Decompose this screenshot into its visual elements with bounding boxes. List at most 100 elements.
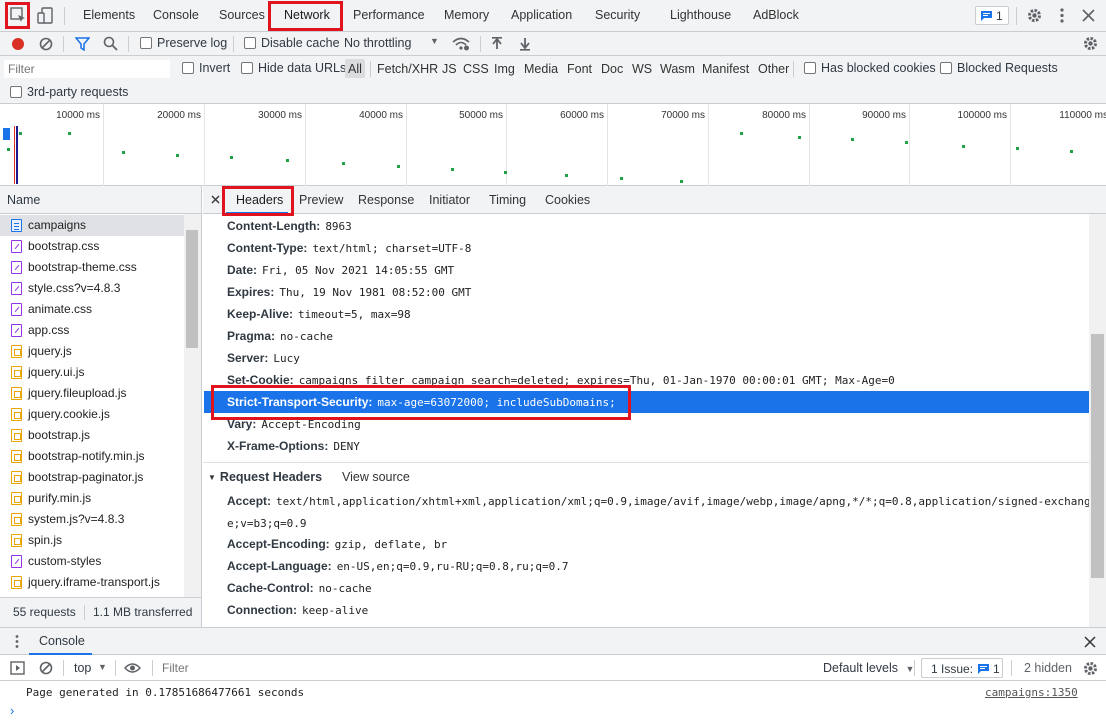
request-row[interactable]: purify.min.js [0, 488, 184, 509]
view-source-link[interactable]: View source [342, 466, 410, 488]
request-row[interactable]: jquery.iframe-transport.js [0, 572, 184, 593]
export-har-icon[interactable] [519, 36, 531, 51]
request-row[interactable]: jquery.fileupload.js [0, 383, 184, 404]
filter-input[interactable] [4, 60, 170, 78]
close-detail-icon[interactable] [211, 195, 220, 204]
tab-lighthouse[interactable]: Lighthouse [670, 0, 731, 31]
third-party-checkbox[interactable]: 3rd-party requests [10, 85, 128, 99]
default-levels-select[interactable]: Default levels ▼ [823, 661, 914, 675]
type-manifest[interactable]: Manifest [702, 62, 749, 76]
search-icon[interactable] [103, 36, 118, 51]
preserve-log-box[interactable] [140, 37, 152, 49]
console-prompt[interactable]: › [10, 703, 14, 718]
type-ws[interactable]: WS [632, 62, 652, 76]
detail-scrollbar-thumb[interactable] [1091, 334, 1104, 578]
request-name: campaigns [28, 218, 87, 232]
invert-checkbox[interactable]: Invert [182, 61, 230, 75]
network-conditions-wifi-icon[interactable] [452, 37, 470, 51]
network-settings-gear-icon[interactable] [1082, 35, 1099, 52]
request-row[interactable]: jquery.ui.js [0, 362, 184, 383]
console-settings-gear-icon[interactable] [1082, 660, 1099, 677]
drawer-tab-console[interactable]: Console [39, 628, 85, 655]
request-row[interactable]: campaigns [0, 215, 184, 236]
tab-preview[interactable]: Preview [299, 186, 343, 214]
tab-memory[interactable]: Memory [444, 0, 489, 31]
hide-data-urls-checkbox[interactable]: Hide data URLs [241, 61, 346, 75]
settings-gear-icon[interactable] [1026, 7, 1043, 24]
request-row[interactable]: bootstrap-theme.css [0, 257, 184, 278]
clear-icon[interactable] [39, 37, 53, 51]
type-fetch-xhr[interactable]: Fetch/XHR [377, 62, 438, 76]
request-row[interactable]: jquery.cookie.js [0, 404, 184, 425]
drawer-tab-bar: Console [0, 627, 1106, 655]
headers-highlight-box [222, 186, 294, 216]
console-source-link[interactable]: campaigns:1350 [985, 686, 1078, 699]
tab-sources[interactable]: Sources [219, 0, 265, 31]
blocked-requests-box[interactable] [940, 62, 952, 74]
request-headers-section-header[interactable]: ▼ Request Headers [208, 466, 322, 488]
has-blocked-cookies-box[interactable] [804, 62, 816, 74]
request-row[interactable]: style.css?v=4.8.3 [0, 278, 184, 299]
device-toolbar-icon[interactable] [37, 7, 54, 24]
disable-cache-box[interactable] [244, 37, 256, 49]
console-filter-input[interactable] [158, 658, 798, 678]
issues-button[interactable]: 1 Issue: 1 [921, 658, 1003, 678]
tab-console[interactable]: Console [153, 0, 199, 31]
request-row[interactable]: bootstrap-notify.min.js [0, 446, 184, 467]
request-row[interactable]: app.css [0, 320, 184, 341]
blocked-requests-checkbox[interactable]: Blocked Requests [940, 61, 1058, 75]
request-row[interactable]: bootstrap-paginator.js [0, 467, 184, 488]
has-blocked-cookies-checkbox[interactable]: Has blocked cookies [804, 61, 936, 75]
more-options-icon[interactable] [1058, 7, 1066, 24]
request-name: system.js?v=4.8.3 [28, 512, 125, 526]
chevron-down-icon: ▼ [98, 662, 107, 672]
type-css[interactable]: CSS [463, 62, 489, 76]
tab-adblock[interactable]: AdBlock [753, 0, 799, 31]
close-drawer-icon[interactable] [1084, 636, 1096, 648]
request-row[interactable]: spin.js [0, 530, 184, 551]
hide-data-urls-box[interactable] [241, 62, 253, 74]
type-font[interactable]: Font [567, 62, 592, 76]
request-row[interactable]: system.js?v=4.8.3 [0, 509, 184, 530]
request-row[interactable]: jquery.js [0, 341, 184, 362]
tab-performance[interactable]: Performance [353, 0, 425, 31]
type-doc[interactable]: Doc [601, 62, 623, 76]
preserve-log-checkbox[interactable]: Preserve log [140, 36, 227, 50]
close-devtools-icon[interactable] [1082, 9, 1095, 22]
context-select[interactable]: top ▼ [74, 661, 118, 675]
request-list-scrollbar-thumb[interactable] [186, 230, 198, 348]
request-row[interactable]: animate.css [0, 299, 184, 320]
tab-response[interactable]: Response [358, 186, 414, 214]
tab-initiator[interactable]: Initiator [429, 186, 470, 214]
show-sidebar-icon[interactable] [10, 661, 25, 675]
drawer-menu-icon[interactable] [14, 634, 20, 649]
tab-security[interactable]: Security [595, 0, 640, 31]
tab-timing[interactable]: Timing [489, 186, 526, 214]
request-row[interactable]: custom-styles [0, 551, 184, 572]
tab-cookies[interactable]: Cookies [545, 186, 590, 214]
request-row[interactable]: bootstrap.css [0, 236, 184, 257]
type-other[interactable]: Other [758, 62, 789, 76]
tab-elements[interactable]: Elements [83, 0, 135, 31]
filter-funnel-icon[interactable] [75, 37, 90, 51]
type-media[interactable]: Media [524, 62, 558, 76]
issues-badge[interactable]: 1 [975, 6, 1009, 25]
import-har-icon[interactable] [491, 36, 503, 51]
triangle-down-icon: ▼ [208, 473, 216, 482]
disable-cache-checkbox[interactable]: Disable cache [244, 36, 340, 50]
live-expression-eye-icon[interactable] [124, 662, 141, 674]
css-file-icon [11, 324, 22, 337]
type-wasm[interactable]: Wasm [660, 62, 695, 76]
name-column-header[interactable]: Name [0, 186, 201, 214]
request-row[interactable]: bootstrap.js [0, 425, 184, 446]
tab-application[interactable]: Application [511, 0, 572, 31]
type-all[interactable]: All [348, 62, 362, 76]
throttling-select[interactable]: No throttling ▼ [344, 36, 442, 50]
type-img[interactable]: Img [494, 62, 515, 76]
invert-box[interactable] [182, 62, 194, 74]
type-js[interactable]: JS [442, 62, 457, 76]
record-icon[interactable] [11, 37, 25, 51]
third-party-box[interactable] [10, 86, 22, 98]
network-overview-timeline[interactable]: 10000 ms 20000 ms 30000 ms 40000 ms 5000… [0, 104, 1106, 186]
clear-console-icon[interactable] [39, 661, 53, 675]
